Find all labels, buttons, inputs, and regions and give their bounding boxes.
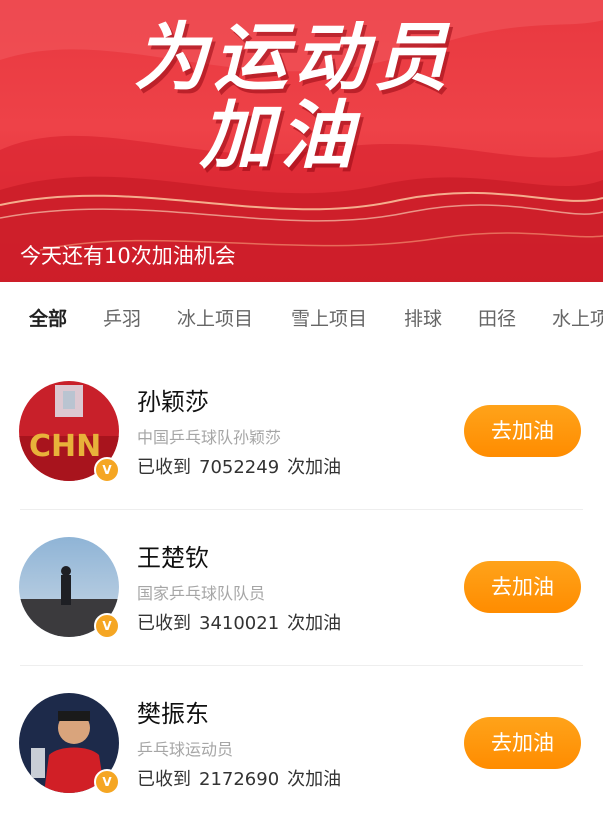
cheer-count: 已收到 3410021 次加油 [137, 613, 342, 634]
tab-all[interactable]: 全部 [29, 304, 67, 331]
athlete-desc: 中国乒乓球队孙颖莎 [137, 428, 282, 447]
cheer-button[interactable]: 去加油 [464, 717, 581, 769]
athlete-desc: 乒乓球运动员 [137, 740, 234, 759]
athlete-name: 孙颖莎 [137, 388, 209, 416]
cheer-button[interactable]: 去加油 [464, 561, 581, 613]
banner-title-line1: 为运动员 [133, 15, 454, 101]
cheer-count: 已收到 7052249 次加油 [137, 457, 342, 478]
tab-snow-sports[interactable]: 雪上项目 [291, 304, 367, 331]
athlete-item: V 王楚钦 国家乒乓球队队员 已收到 3410021 次加油 去加油 [0, 510, 603, 666]
banner: 为运动员 加油 今天还有10次加油机会 [0, 0, 603, 282]
tab-water-sports[interactable]: 水上项 [552, 304, 603, 331]
athlete-item: V 樊振东 乒乓球运动员 已收到 2172690 次加油 去加油 [0, 666, 603, 822]
cheer-count: 已收到 2172690 次加油 [137, 769, 342, 790]
tab-pingpong-badminton[interactable]: 乒羽 [103, 304, 141, 331]
category-tabs: 全部 乒羽 冰上项目 雪上项目 排球 田径 水上项 [0, 282, 603, 354]
verified-icon: V [94, 457, 120, 483]
athlete-item: CHN V 孙颖莎 中国乒乓球队孙颖莎 已收到 7052249 次加油 去加油 [0, 354, 603, 510]
cheer-chances-text: 今天还有10次加油机会 [20, 244, 236, 268]
verified-icon: V [94, 769, 120, 795]
svg-text:CHN: CHN [29, 429, 101, 464]
athlete-list: CHN V 孙颖莎 中国乒乓球队孙颖莎 已收到 7052249 次加油 去加油 V … [0, 354, 603, 822]
tab-volleyball[interactable]: 排球 [404, 304, 442, 331]
tab-ice-sports[interactable]: 冰上项目 [177, 304, 253, 331]
tab-athletics[interactable]: 田径 [478, 304, 516, 331]
athlete-desc: 国家乒乓球队队员 [137, 584, 266, 603]
cheer-button[interactable]: 去加油 [464, 405, 581, 457]
verified-icon: V [94, 613, 120, 639]
banner-title-line2: 加油 [199, 93, 360, 179]
athlete-name: 王楚钦 [137, 544, 209, 572]
athlete-name: 樊振东 [137, 700, 209, 728]
